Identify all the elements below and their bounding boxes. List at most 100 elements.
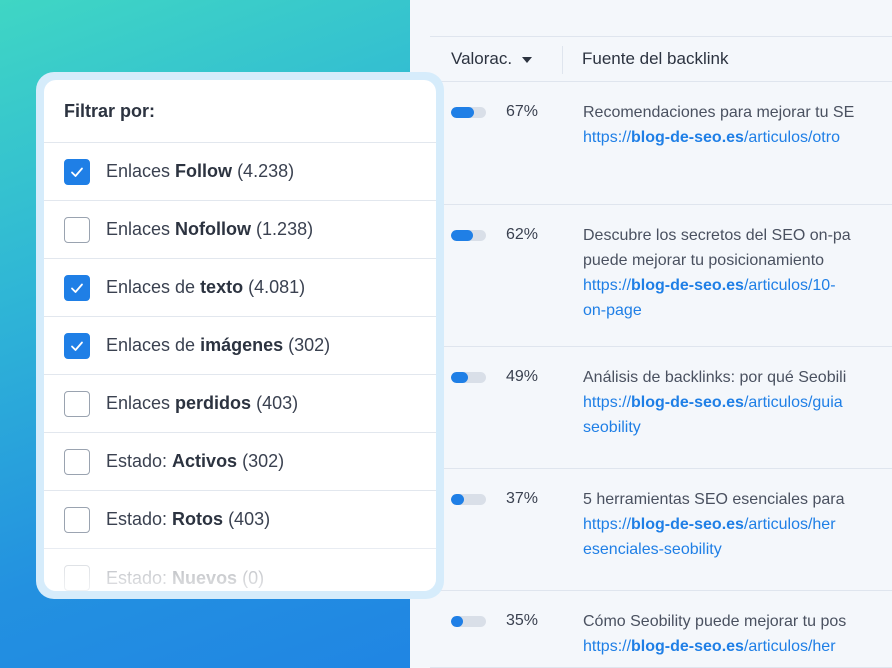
score-bar — [451, 230, 486, 241]
table-row[interactable]: 37% 5 herramientas SEO esenciales para htt… — [430, 469, 892, 591]
score-bar — [451, 494, 486, 505]
table-row[interactable]: 35% Cómo Seobility puede mejorar tu pos ht… — [430, 591, 892, 668]
column-header-score[interactable]: Valorac. — [430, 49, 564, 69]
table-row[interactable]: 62% Descubre los secretos del SEO on-pa pu… — [430, 205, 892, 347]
checkbox-checked[interactable] — [64, 158, 90, 185]
backlink-source: Descubre los secretos del SEO on-pa puede… — [583, 223, 892, 323]
backlink-title: Cómo Seobility puede mejorar tu pos — [583, 613, 847, 630]
checkbox-checked[interactable] — [64, 274, 90, 301]
filter-option-prefix: Enlaces de — [106, 277, 201, 297]
backlink-source: Recomendaciones para mejorar tu SE https:… — [583, 100, 892, 150]
url-path: /articulos/otro — [743, 129, 840, 146]
url-prefix: https:// — [583, 638, 632, 655]
backlink-url[interactable]: https://blog-de-seo.es/articulos/10- — [583, 273, 892, 298]
checkbox-unchecked[interactable] — [64, 565, 90, 591]
score-percent: 37% — [506, 490, 539, 507]
score-bar — [451, 107, 486, 118]
filter-option-count: (4.238) — [237, 161, 295, 181]
filter-option-label: Estado: Rotos (403) — [106, 509, 270, 530]
filter-option-name: Nuevos — [172, 567, 238, 588]
filter-option-name: imágenes — [200, 335, 284, 355]
column-header-score-label: Valorac. — [451, 49, 513, 68]
checkmark-icon — [69, 280, 85, 296]
table-row[interactable]: 67% Recomendaciones para mejorar tu SE htt… — [430, 82, 892, 205]
url-path: /articulos/her — [743, 516, 836, 533]
score-bar-fill — [451, 107, 475, 118]
backlink-title: Descubre los secretos del SEO on-pa — [583, 227, 851, 244]
filter-option-nofollow[interactable]: Enlaces Nofollow (1.238) — [44, 201, 436, 259]
filter-option-count: (1.238) — [256, 219, 314, 239]
backlink-url[interactable]: https://blog-de-seo.es/articulos/otro — [583, 125, 892, 150]
url-domain: blog-de-seo.es — [631, 638, 744, 655]
score-bar-fill — [451, 494, 464, 505]
backlink-url[interactable]: https://blog-de-seo.es/articulos/her — [583, 634, 892, 659]
filter-option-label: Estado: Activos (302) — [106, 451, 284, 472]
table-row[interactable]: 49% Análisis de backlinks: por qué Seobil… — [430, 347, 892, 469]
url-domain: blog-de-seo.es — [631, 129, 744, 146]
url-domain: blog-de-seo.es — [631, 277, 744, 294]
filter-option-prefix: Estado: — [106, 509, 173, 529]
filter-card: Filtrar por: Enlaces Follow (4.238) Enlac… — [44, 80, 436, 591]
filter-option-name: Follow — [175, 161, 233, 181]
score-bar-fill — [451, 230, 473, 241]
filter-option-label: Enlaces de texto (4.081) — [106, 277, 305, 298]
filter-title: Filtrar por: — [44, 80, 436, 143]
url-prefix: https:// — [583, 277, 632, 294]
backlink-url[interactable]: https://blog-de-seo.es/articulos/her — [583, 512, 892, 537]
filter-option-label: Enlaces Nofollow (1.238) — [106, 219, 313, 240]
sort-caret-down-icon[interactable] — [522, 57, 533, 63]
filter-option-count: (0) — [242, 567, 265, 588]
filter-option-label: Enlaces perdidos (403) — [106, 393, 298, 414]
filter-option-prefix: Estado: — [106, 567, 173, 588]
filter-option-count: (302) — [242, 451, 285, 471]
filter-option-activos[interactable]: Estado: Activos (302) — [44, 433, 436, 491]
filter-option-prefix: Enlaces de — [106, 335, 201, 355]
filter-option-name: Rotos — [172, 509, 224, 529]
checkmark-icon — [69, 164, 85, 180]
url-path: on-page — [583, 302, 642, 319]
column-divider — [562, 46, 563, 74]
filter-option-follow[interactable]: Enlaces Follow (4.238) — [44, 143, 436, 201]
filter-option-rotos[interactable]: Estado: Rotos (403) — [44, 491, 436, 549]
backlink-source: Cómo Seobility puede mejorar tu pos https… — [583, 609, 892, 659]
backlink-url[interactable]: esenciales-seobility — [583, 537, 892, 562]
column-header-source[interactable]: Fuente del backlink — [564, 49, 728, 69]
backlink-title: Análisis de backlinks: por qué Seobili — [583, 369, 847, 386]
url-prefix: https:// — [583, 394, 632, 411]
filter-option-prefix: Enlaces — [106, 393, 176, 413]
backlink-url[interactable]: https://blog-de-seo.es/articulos/guia — [583, 390, 892, 415]
filter-option-name: Nofollow — [175, 219, 252, 239]
filter-option-label: Enlaces de imágenes (302) — [106, 335, 330, 356]
score-percent: 35% — [506, 612, 539, 629]
table-header: Valorac. Fuente del backlink — [430, 36, 892, 82]
checkbox-unchecked[interactable] — [64, 448, 90, 475]
filter-option-nuevos[interactable]: Estado: Nuevos (0) — [44, 549, 436, 591]
backlink-source: 5 herramientas SEO esenciales para https:… — [583, 487, 892, 562]
checkbox-unchecked[interactable] — [64, 506, 90, 533]
checkbox-unchecked[interactable] — [64, 390, 90, 417]
filter-option-prefix: Enlaces — [106, 161, 176, 181]
url-path: seobility — [583, 419, 641, 436]
backlink-title: Recomendaciones para mejorar tu SE — [583, 104, 855, 121]
filter-option-label: Enlaces Follow (4.238) — [106, 161, 294, 182]
filter-option-name: texto — [200, 277, 244, 297]
url-path: /articulos/10- — [743, 277, 836, 294]
score-percent: 49% — [506, 368, 539, 385]
filter-option-label: Estado: Nuevos (0) — [106, 568, 264, 589]
score-bar — [451, 616, 486, 627]
filter-option-count: (4.081) — [248, 277, 306, 297]
url-prefix: https:// — [583, 516, 632, 533]
url-prefix: https:// — [583, 129, 632, 146]
checkbox-checked[interactable] — [64, 332, 90, 359]
score-percent: 62% — [506, 226, 539, 243]
score-percent: 67% — [506, 103, 539, 120]
filter-option-count: (302) — [288, 335, 331, 355]
filter-option-imagenes[interactable]: Enlaces de imágenes (302) — [44, 317, 436, 375]
filter-option-texto[interactable]: Enlaces de texto (4.081) — [44, 259, 436, 317]
backlink-url[interactable]: on-page — [583, 298, 892, 323]
backlink-url[interactable]: seobility — [583, 415, 892, 440]
backlink-table: Valorac. Fuente del backlink 67% Recomend… — [410, 0, 892, 668]
checkmark-icon — [69, 338, 85, 354]
checkbox-unchecked[interactable] — [64, 216, 90, 243]
filter-option-perdidos[interactable]: Enlaces perdidos (403) — [44, 375, 436, 433]
